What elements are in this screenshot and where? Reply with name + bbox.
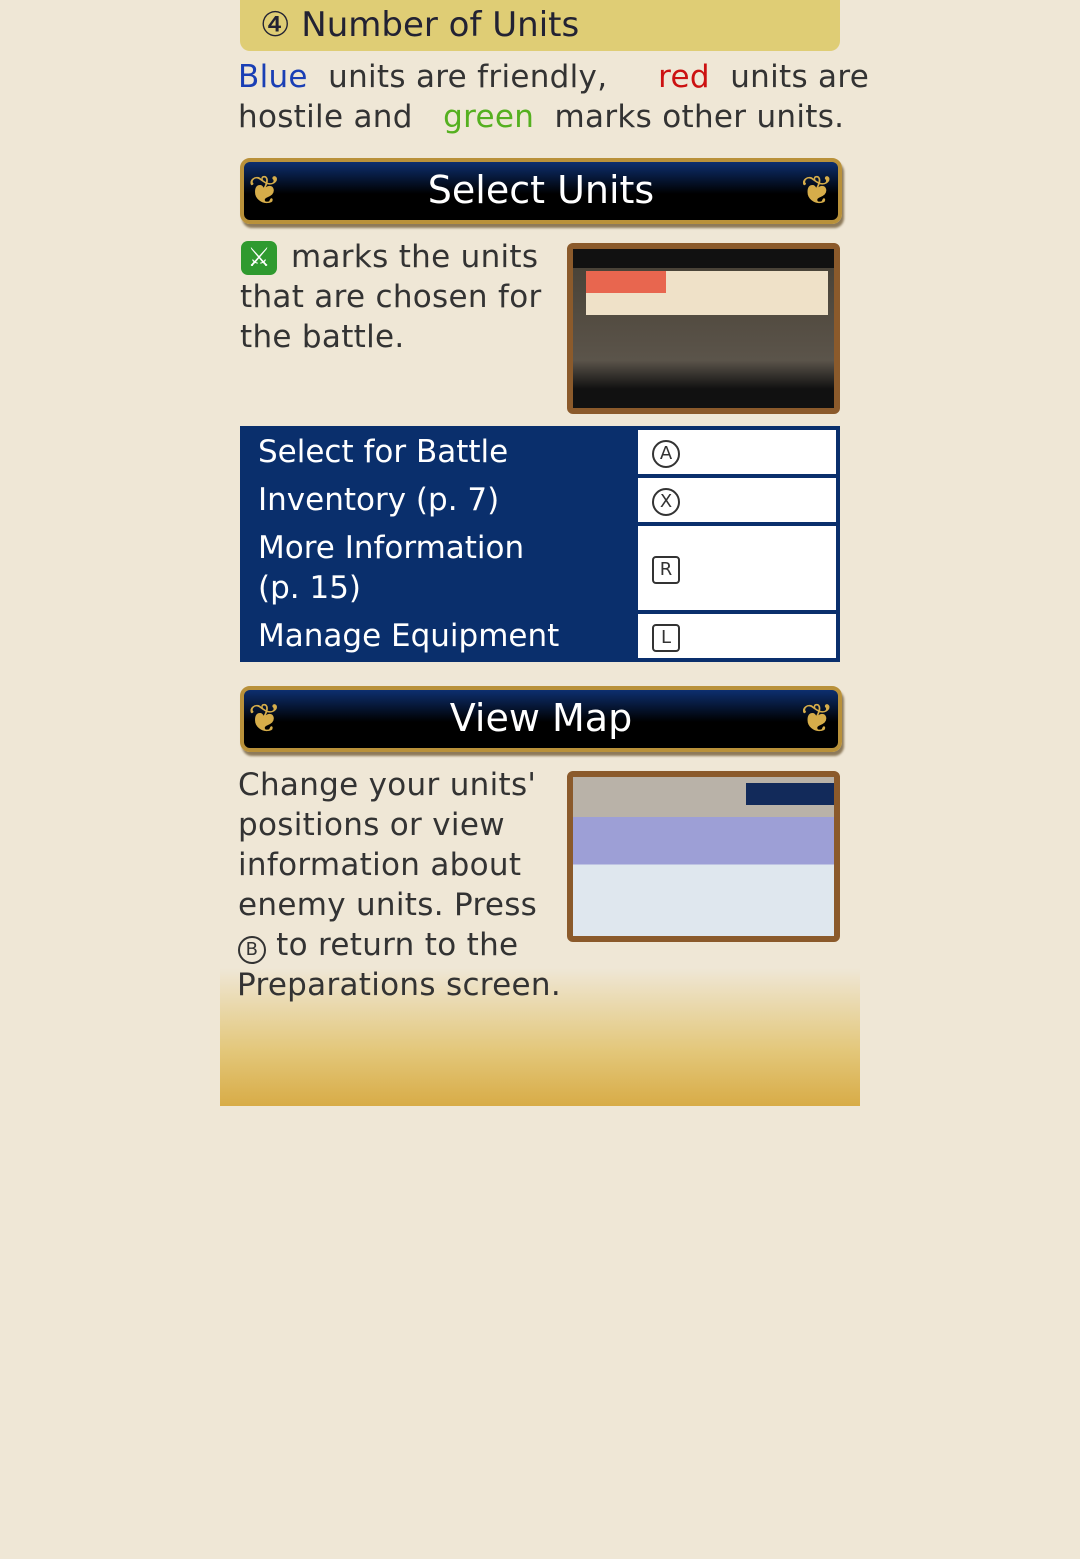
text: positions or view: [238, 807, 505, 843]
text: units are friendly,: [328, 59, 608, 95]
text: Change your units': [238, 767, 537, 803]
ornament-icon: ❦: [800, 696, 834, 742]
text: marks other units.: [554, 99, 845, 135]
b-button-icon: B: [238, 936, 266, 964]
green-word: green: [443, 99, 535, 135]
text: marks the units: [291, 239, 539, 275]
view-map-screenshot: [567, 771, 840, 942]
text: to return to the: [276, 927, 519, 963]
text: Preparations screen.: [237, 967, 561, 1003]
control-row: Inventory (p. 7) X: [240, 474, 840, 526]
control-label: Inventory (p. 7): [240, 474, 638, 526]
a-button-icon: A: [652, 440, 680, 468]
control-label: Select for Battle: [240, 426, 638, 478]
l-button-icon: L: [652, 624, 680, 652]
text: the battle.: [240, 319, 405, 355]
unit-grid: [586, 271, 828, 315]
control-row: Select for Battle A: [240, 426, 840, 478]
x-button-icon: X: [652, 488, 680, 516]
r-button-icon: R: [652, 556, 680, 584]
select-units-controls: Select for Battle A Inventory (p. 7) X Mor…: [240, 426, 840, 662]
control-label: Manage Equipment: [240, 610, 638, 662]
view-map-text: Change your units' positions or view inf…: [238, 765, 537, 965]
text: units are: [730, 59, 870, 95]
text: enemy units. Press: [238, 887, 538, 923]
ornament-icon: ❦: [248, 696, 282, 742]
units-color-text-2: hostile and green marks other units.: [238, 97, 844, 137]
select-units-screenshot: [567, 243, 840, 414]
units-color-text-1: Blue units are friendly, red units are: [238, 57, 869, 97]
control-row: More Information (p. 15) R: [240, 522, 840, 614]
green-sword-check-icon: ⚔: [241, 241, 277, 275]
control-label: More Information (p. 15): [240, 522, 638, 614]
select-units-banner: ❦ Select Units ❦: [240, 158, 842, 224]
number-of-units-header: ④ Number of Units: [240, 0, 840, 51]
view-map-banner: ❦ View Map ❦: [240, 686, 842, 752]
blue-word: Blue: [238, 59, 308, 95]
section-title: View Map: [449, 696, 633, 740]
control-row: Manage Equipment L: [240, 610, 840, 662]
ornament-icon: ❦: [248, 168, 282, 214]
red-word: red: [658, 59, 710, 95]
label: More Information: [258, 530, 525, 566]
label: (p. 15): [258, 570, 362, 606]
text: that are chosen for: [240, 279, 542, 315]
section-title: Select Units: [427, 168, 655, 212]
unit-info-panel: [746, 783, 834, 805]
ornament-icon: ❦: [800, 168, 834, 214]
text: information about: [238, 847, 522, 883]
text: hostile and: [238, 99, 413, 135]
